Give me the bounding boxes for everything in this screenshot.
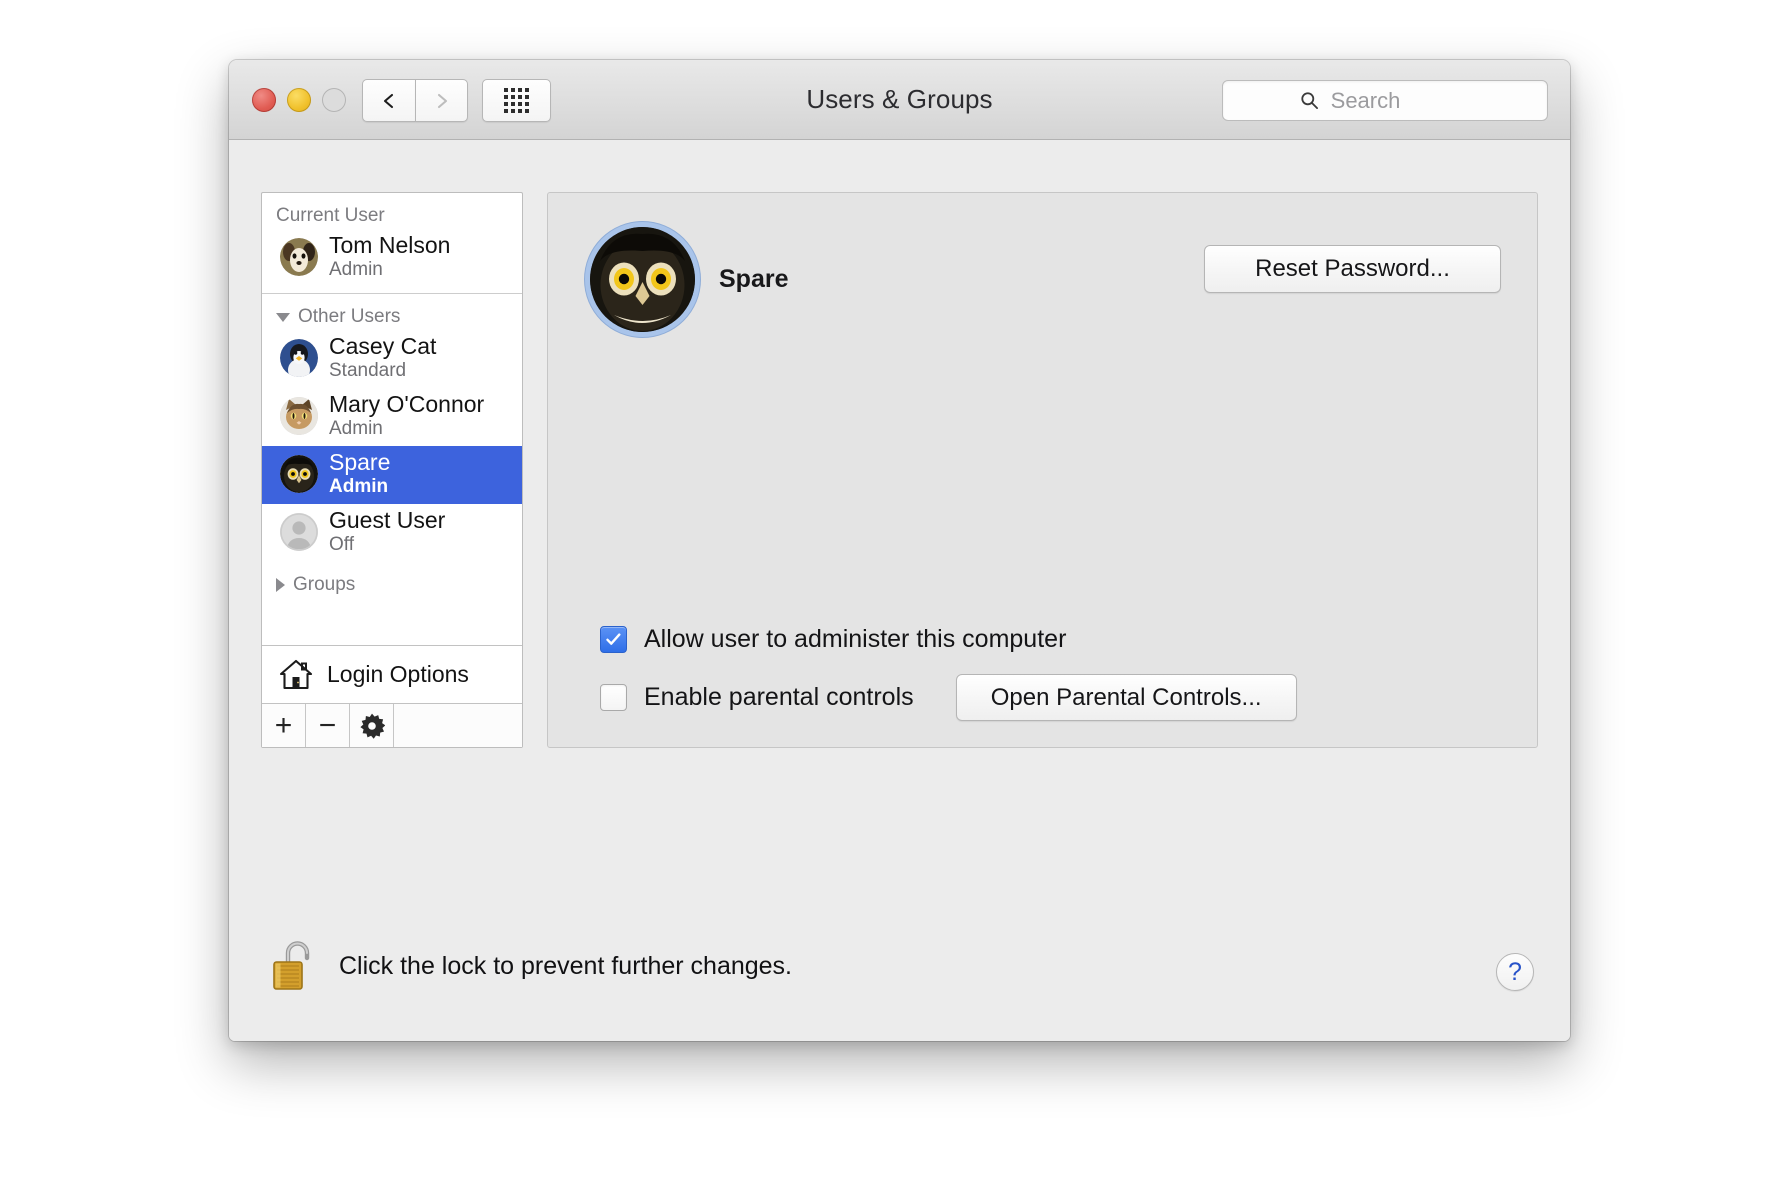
sidebar-toolbar: + − [262,703,522,747]
open-parental-controls-button[interactable]: Open Parental Controls... [955,674,1297,721]
list-item-guest-user[interactable]: Guest User Off [262,504,522,562]
group-label: Current User [276,205,385,226]
list-item-mary-oconnor[interactable]: Mary O'Connor Admin [262,388,522,446]
search-inner: Search [1300,88,1471,114]
checkmark-icon [606,633,621,645]
screenshot-root: Users & Groups Search Current User Tom N… [0,0,1790,1198]
group-label: Other Users [298,306,401,327]
user-text: Mary O'Connor Admin [329,390,485,441]
house-icon [279,659,313,690]
user-name: Mary O'Connor [329,390,485,417]
group-header-groups[interactable]: Groups [262,562,522,598]
group-label: Groups [293,574,356,595]
add-user-button[interactable]: + [262,704,306,747]
gear-icon [359,713,385,739]
lock-message: Click the lock to prevent further change… [339,951,793,980]
user-name: Guest User [329,506,446,533]
lock-area: Click the lock to prevent further change… [271,939,792,993]
allow-admin-checkbox[interactable] [600,626,627,653]
person-placeholder-icon [280,513,318,551]
user-role: Admin [329,258,383,280]
window-body: Current User Tom Nelson Admin Other User… [229,140,1570,1041]
chevron-right-icon[interactable] [276,578,285,592]
system-preferences-window: Users & Groups Search Current User Tom N… [229,60,1570,1041]
dog-avatar-icon [280,238,318,276]
user-text: Tom Nelson Admin [329,231,451,282]
user-role: Admin [329,475,389,497]
sidebar-settings-button[interactable] [350,704,394,747]
person-placeholder-avatar [280,513,318,551]
search-placeholder: Search [1330,87,1401,113]
cat-avatar-icon [280,397,318,435]
account-detail-pane: Spare Reset Password... Allow user to ad… [547,192,1538,748]
penguin-avatar-icon [280,339,318,377]
plus-icon: + [274,708,293,742]
sidebar-item-login-options[interactable]: Login Options [262,645,522,703]
login-options-label: Login Options [327,661,469,687]
user-name: Tom Nelson [329,231,451,258]
account-header: Spare [590,227,788,332]
list-item-casey-cat[interactable]: Casey Cat Standard [262,330,522,388]
sidebar-toolbar-filler [394,704,522,747]
enable-parental-controls-label: Enable parental controls [644,683,914,711]
search-field[interactable]: Search [1222,80,1548,121]
owl-avatar [280,455,318,493]
reset-password-button[interactable]: Reset Password... [1204,245,1501,293]
admin-checkbox-row: Allow user to administer this computer [600,625,1509,654]
enable-parental-controls-checkbox[interactable] [600,684,627,711]
account-name: Spare [719,265,789,293]
parental-checkbox-row: Enable parental controls Open Parental C… [600,674,1509,721]
list-item-current-user[interactable]: Tom Nelson Admin [262,229,522,287]
owl-avatar-icon [590,227,695,332]
search-icon [1301,92,1318,110]
account-options: Allow user to administer this computer E… [600,625,1509,721]
user-role: Admin [329,417,383,439]
open-padlock-icon[interactable] [271,939,317,993]
user-name: Spare [329,448,391,475]
user-text: Spare Admin [329,448,391,499]
user-text: Casey Cat Standard [329,332,437,383]
account-avatar[interactable] [590,227,695,332]
user-role: Off [329,533,354,555]
window-titlebar: Users & Groups Search [229,60,1570,140]
help-button[interactable]: ? [1496,953,1534,991]
user-name: Casey Cat [329,332,437,359]
group-header-current-user: Current User [262,193,522,229]
list-item-spare[interactable]: Spare Admin [262,446,522,504]
user-role: Standard [329,359,407,381]
remove-user-button[interactable]: − [306,704,350,747]
chevron-down-icon[interactable] [276,312,290,322]
dog-avatar [280,238,318,276]
users-sidebar: Current User Tom Nelson Admin Other User… [261,192,523,748]
user-text: Guest User Off [329,506,446,557]
penguin-avatar [280,339,318,377]
users-list: Current User Tom Nelson Admin Other User… [262,193,522,645]
owl-avatar-icon [280,455,318,493]
cat-avatar [280,397,318,435]
allow-admin-label: Allow user to administer this computer [644,625,1067,653]
minus-icon: − [318,708,337,742]
group-header-other-users[interactable]: Other Users [262,294,522,330]
